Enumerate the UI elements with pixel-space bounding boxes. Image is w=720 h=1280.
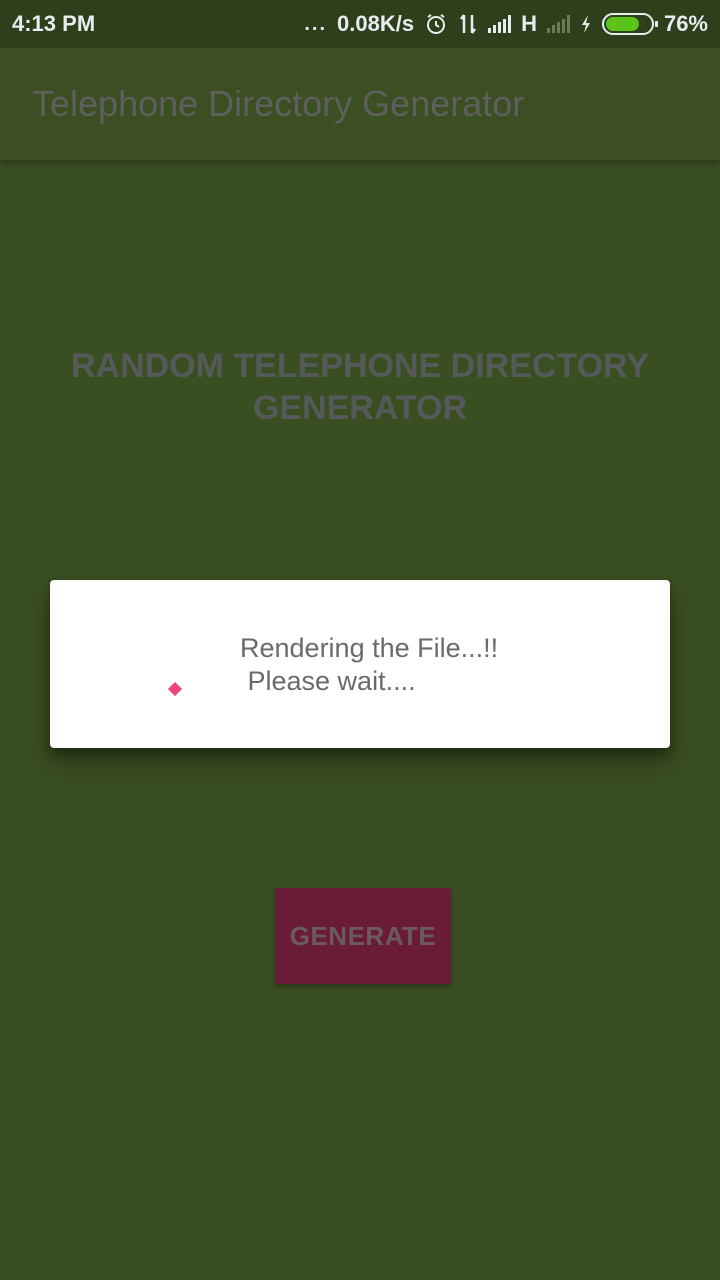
dialog-message-line-1: Rendering the File...!! xyxy=(240,633,499,663)
status-time: 4:13 PM xyxy=(12,11,96,36)
app-bar: Telephone Directory Generator xyxy=(0,48,720,160)
headline-line-2: GENERATOR xyxy=(252,389,468,427)
generate-button[interactable]: GENERATE xyxy=(275,888,451,984)
page-headline: RANDOM TELEPHONE DIRECTORY GENERATOR xyxy=(0,345,720,429)
signal-icon xyxy=(488,15,512,33)
network-type: H xyxy=(521,11,537,36)
app-title: Telephone Directory Generator xyxy=(32,83,525,124)
headline-line-1: RANDOM TELEPHONE DIRECTORY xyxy=(70,347,650,385)
battery-fill xyxy=(605,17,640,31)
status-icons: ... 0.08K/s H 76% xyxy=(304,11,708,37)
network-speed: 0.08K/s xyxy=(337,11,415,36)
progress-dialog: Rendering the File...!! Please wait.... xyxy=(50,580,670,748)
no-signal-icon xyxy=(546,15,570,33)
dialog-message: Rendering the File...!! Please wait.... xyxy=(240,632,498,698)
alarm-icon xyxy=(424,12,448,36)
data-transfer-icon xyxy=(458,13,478,35)
progress-spinner-icon xyxy=(167,681,183,697)
battery-percent: 76% xyxy=(663,11,708,36)
charging-icon xyxy=(580,14,592,34)
battery-icon xyxy=(601,13,658,35)
status-bar: 4:13 PM ... 0.08K/s H 76% xyxy=(0,0,720,48)
dialog-message-line-2: Please wait.... xyxy=(240,666,416,696)
more-notifications-icon: ... xyxy=(304,12,327,35)
